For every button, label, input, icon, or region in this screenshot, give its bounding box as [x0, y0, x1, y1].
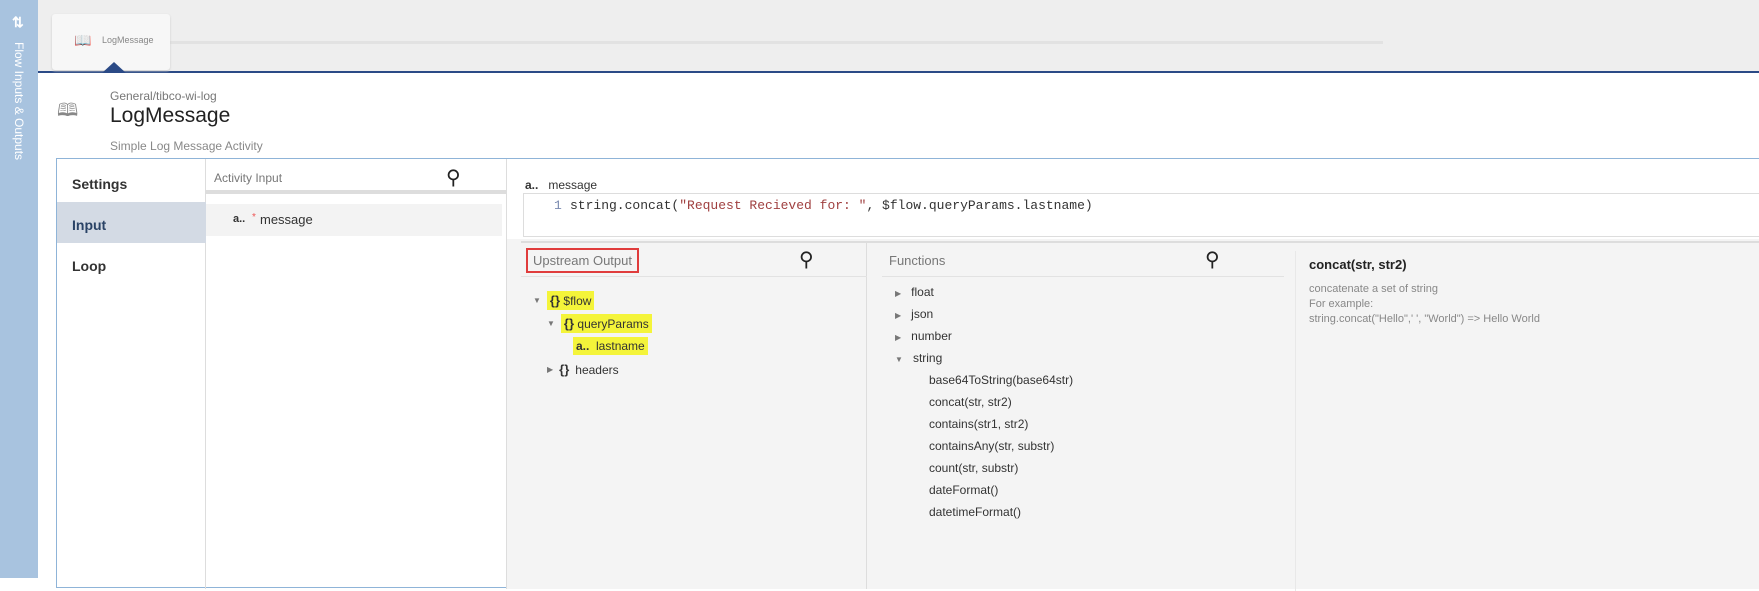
function-description: concatenate a set of string [1309, 283, 1439, 295]
function-group-number[interactable]: ▶ number [895, 329, 952, 343]
activity-tile-label: LogMessage [102, 35, 154, 45]
function-group-string[interactable]: ▼ string [895, 351, 942, 365]
function-item[interactable]: count(str, substr) [929, 461, 1018, 475]
input-field-message[interactable]: a.. * message [206, 204, 502, 236]
caret-right-icon: ▶ [895, 333, 902, 342]
function-item[interactable]: contains(str1, str2) [929, 417, 1028, 431]
caret-down-icon: ▼ [895, 355, 903, 364]
function-item[interactable]: concat(str, str2) [929, 395, 1012, 409]
expression-editor[interactable]: 1 string.concat("Request Recieved for: "… [523, 193, 1759, 237]
object-icon: {} [549, 293, 561, 308]
page-title: LogMessage [110, 104, 231, 127]
node-label: lastname [596, 339, 645, 353]
functions-header: Functions [889, 253, 946, 268]
group-label: json [911, 307, 934, 321]
sidebar-label: Flow Inputs & Outputs [12, 42, 26, 161]
function-item[interactable]: dateFormat() [929, 483, 998, 497]
activity-tile-logmessage[interactable]: 📖 LogMessage [52, 14, 170, 73]
config-nav: Settings Input Loop [57, 159, 206, 589]
node-label: $flow [563, 294, 592, 308]
swap-arrows-icon: ⇅ [12, 14, 24, 30]
code-args: , $flow.queryParams.lastname) [866, 198, 1093, 213]
expression-code: string.concat("Request Recieved for: ", … [570, 198, 1093, 213]
field-name: message [260, 212, 313, 227]
caret-down-icon: ▼ [533, 296, 541, 305]
group-label: string [912, 351, 943, 365]
breadcrumb: General/tibco-wi-log [110, 89, 217, 103]
book-icon: 🕮 [57, 100, 79, 120]
function-group-json[interactable]: ▶ json [895, 307, 933, 321]
object-icon: {} [559, 362, 570, 377]
caret-right-icon: ▶ [547, 365, 554, 374]
flow-line [168, 41, 1383, 44]
tree-node-headers[interactable]: ▶ {} headers [547, 362, 619, 377]
function-item[interactable]: datetimeFormat() [929, 505, 1021, 519]
caret-right-icon: ▶ [895, 311, 902, 320]
function-example-label: For example: [1309, 298, 1374, 310]
flow-canvas: 📖 LogMessage [38, 0, 1759, 73]
caret-down-icon: ▼ [547, 319, 555, 328]
book-icon: 📖 [74, 32, 92, 48]
function-item[interactable]: base64ToString(base64str) [929, 373, 1073, 387]
string-type-icon: a.. [576, 339, 590, 353]
tree-node-lastname[interactable]: a.. lastname [573, 337, 648, 355]
nav-loop[interactable]: Loop [57, 243, 206, 284]
activity-input-pane: Activity Input ⚲ a.. * message [206, 159, 507, 589]
editor-label: a.. message [525, 178, 597, 192]
group-label: float [911, 285, 934, 299]
function-group-float[interactable]: ▶ float [895, 285, 934, 299]
tree-node-queryparams[interactable]: ▼ {} queryParams [547, 314, 652, 333]
editor-section: a.. message 1 string.concat("Request Rec… [507, 159, 1759, 239]
string-type-icon: a.. [233, 213, 246, 225]
search-icon[interactable]: ⚲ [446, 165, 461, 190]
code-string: "Request Recieved for: " [679, 198, 867, 213]
tree-node-flow[interactable]: ▼ {} $flow [533, 291, 595, 310]
code-function: string.concat( [570, 198, 680, 213]
search-icon[interactable]: ⚲ [1205, 247, 1220, 272]
upstream-output-pane: Upstream Output ⚲ ▼ {} $flow ▼ {} queryPar… [521, 241, 867, 589]
config-panel: Settings Input Loop Activity Input ⚲ a..… [56, 158, 1759, 591]
nav-input[interactable]: Input [57, 202, 206, 243]
nav-settings[interactable]: Settings [57, 161, 206, 202]
divider [206, 190, 507, 194]
divider [1295, 251, 1296, 591]
activity-input-header: Activity Input [214, 171, 283, 185]
node-label: headers [575, 362, 619, 377]
editor-field-name: message [548, 178, 598, 192]
line-number: 1 [554, 198, 562, 213]
group-label: number [911, 329, 952, 343]
divider [882, 276, 1284, 277]
upstream-output-header: Upstream Output [526, 248, 639, 273]
function-description-title: concat(str, str2) [1309, 257, 1407, 272]
selected-caret [102, 62, 126, 73]
function-item[interactable]: containsAny(str, substr) [929, 439, 1054, 453]
page-subtitle: Simple Log Message Activity [110, 139, 263, 153]
flow-io-sidebar[interactable]: ⇅ Flow Inputs & Outputs [0, 0, 38, 578]
required-marker: * [252, 212, 256, 223]
object-icon: {} [563, 316, 575, 331]
node-label: queryParams [577, 317, 649, 331]
caret-right-icon: ▶ [895, 289, 902, 298]
string-type-icon: a.. [525, 178, 539, 192]
mapper-pane: a.. message 1 string.concat("Request Rec… [507, 159, 1759, 591]
divider [521, 276, 867, 277]
search-icon[interactable]: ⚲ [799, 247, 814, 272]
function-example: string.concat("Hello",' ', "World") => H… [1309, 313, 1540, 325]
functions-pane: Functions ⚲ ▶ float ▶ json ▶ number ▼ st… [867, 241, 1759, 591]
